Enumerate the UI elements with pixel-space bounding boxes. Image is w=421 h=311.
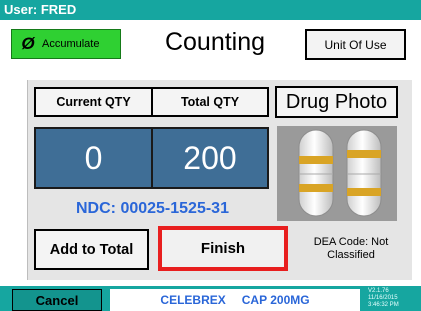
drug-photo (277, 126, 397, 221)
unit-of-use-button[interactable]: Unit Of Use (305, 29, 406, 60)
version-time: 3:46:32 PM (368, 302, 399, 308)
accumulate-label: Accumulate (42, 38, 100, 50)
version-number: V2.1.76 (368, 288, 389, 294)
version-info: V2.1.76 11/16/2015 3:46:32 PM (368, 288, 418, 309)
accumulate-toggle[interactable]: Ø Accumulate (11, 29, 121, 59)
cancel-button[interactable]: Cancel (12, 289, 102, 311)
user-label: User: FRED (4, 2, 77, 17)
user-bar: User: FRED (0, 0, 421, 20)
check-slash-icon: Ø (21, 34, 35, 53)
dea-code: DEA Code: Not Classified (313, 236, 389, 261)
finish-button[interactable]: Finish (158, 226, 288, 271)
version-date: 11/16/2015 (368, 295, 398, 301)
drug-name-bar: CELEBREX CAP 200MG (110, 289, 360, 311)
total-qty-value: 200 (151, 127, 269, 189)
drug-name: CELEBREX (160, 293, 226, 307)
ndc-number: NDC: 00025-1525-31 (76, 200, 229, 217)
drug-photo-label: Drug Photo (275, 86, 398, 118)
add-to-total-button[interactable]: Add to Total (34, 229, 149, 270)
current-qty-value: 0 (34, 127, 153, 189)
page-title: Counting (164, 28, 266, 56)
drug-strength: CAP 200MG (241, 293, 310, 307)
current-qty-header: Current QTY (34, 87, 153, 117)
total-qty-header: Total QTY (151, 87, 269, 117)
capsule-image (298, 129, 382, 217)
